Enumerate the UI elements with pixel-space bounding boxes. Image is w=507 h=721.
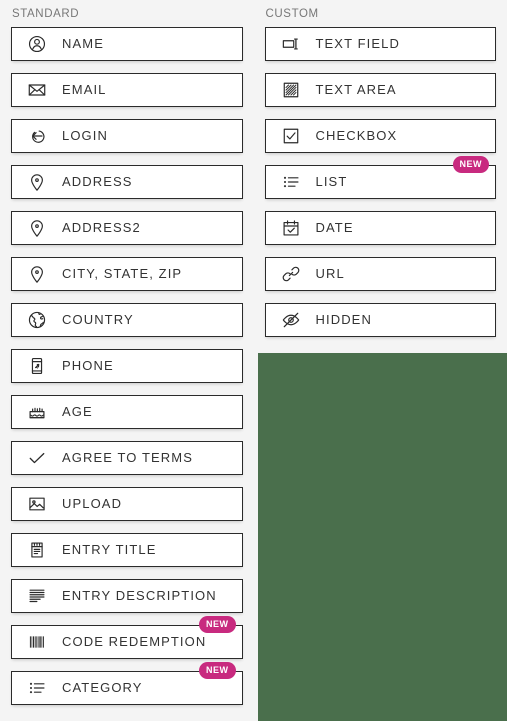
field-button-address[interactable]: ADDRESS — [11, 165, 243, 199]
envelope-icon — [26, 79, 48, 101]
field-button-entry-title[interactable]: ENTRY TITLE — [11, 533, 243, 567]
custom-column-heading: CUSTOM — [265, 8, 319, 20]
field-button-address2[interactable]: ADDRESS2 — [11, 211, 243, 245]
eye-slash-icon — [280, 309, 302, 331]
new-badge: NEW — [199, 662, 236, 679]
field-button-label: HIDDEN — [315, 312, 372, 327]
field-button-name[interactable]: NAME — [11, 27, 243, 61]
calendar-check-icon — [280, 217, 302, 239]
field-button-label: PHONE — [62, 358, 114, 373]
field-button-hidden[interactable]: HIDDEN — [264, 303, 496, 337]
field-button-code-redemption[interactable]: CODE REDEMPTION NEW — [11, 616, 243, 659]
new-badge: NEW — [199, 616, 236, 633]
field-button-phone[interactable]: PHONE — [11, 349, 243, 383]
birthday-cake-icon — [26, 401, 48, 423]
bullet-list-icon — [280, 171, 302, 193]
field-button-text-area[interactable]: TEXT AREA — [264, 73, 496, 107]
field-button-label: AGE — [62, 404, 93, 419]
field-button-label: LIST — [315, 174, 348, 189]
map-pin-icon — [26, 217, 48, 239]
field-button-label: DATE — [315, 220, 354, 235]
field-button-label: ADDRESS — [62, 174, 133, 189]
field-button-label: AGREE TO TERMS — [62, 450, 193, 465]
text-field-icon — [280, 33, 302, 55]
checkbox-icon — [280, 125, 302, 147]
field-button-upload[interactable]: UPLOAD — [11, 487, 243, 521]
barcode-icon — [26, 631, 48, 653]
link-chain-icon — [280, 263, 302, 285]
checkmark-icon — [26, 447, 48, 469]
standard-column: STANDARD NAME EMAIL LOGIN ADDRESS ADDRESS2 CI… — [0, 0, 254, 721]
standard-field-list: NAME EMAIL LOGIN ADDRESS ADDRESS2 CITY, STATE… — [11, 27, 243, 705]
custom-field-list: TEXT FIELD TEXT AREA CHECKBOX LIST NEW DATE UR… — [264, 27, 496, 337]
notepad-icon — [26, 539, 48, 561]
standard-column-heading: STANDARD — [12, 8, 80, 20]
map-pin-icon — [26, 263, 48, 285]
mobile-phone-icon — [26, 355, 48, 377]
field-button-label: URL — [315, 266, 345, 281]
field-button-label: EMAIL — [62, 82, 107, 97]
field-button-date[interactable]: DATE — [264, 211, 496, 245]
text-lines-icon — [26, 585, 48, 607]
field-button-category[interactable]: CATEGORY NEW — [11, 662, 243, 705]
field-button-checkbox[interactable]: CHECKBOX — [264, 119, 496, 153]
field-button-list[interactable]: LIST NEW — [264, 156, 496, 199]
field-button-city-state-zip[interactable]: CITY, STATE, ZIP — [11, 257, 243, 291]
field-button-label: ENTRY TITLE — [62, 542, 157, 557]
field-button-label: CITY, STATE, ZIP — [62, 266, 183, 281]
login-arrow-icon — [26, 125, 48, 147]
field-button-label: ADDRESS2 — [62, 220, 141, 235]
custom-column: CUSTOM TEXT FIELD TEXT AREA CHECKBOX LIST NE… — [254, 0, 507, 721]
field-button-entry-description[interactable]: ENTRY DESCRIPTION — [11, 579, 243, 613]
field-button-country[interactable]: COUNTRY — [11, 303, 243, 337]
new-badge: NEW — [452, 156, 489, 173]
field-button-label: CATEGORY — [62, 680, 143, 695]
field-button-label: LOGIN — [62, 128, 108, 143]
field-button-label: TEXT AREA — [315, 82, 397, 97]
bullet-list-icon — [26, 677, 48, 699]
field-button-email[interactable]: EMAIL — [11, 73, 243, 107]
field-button-label: ENTRY DESCRIPTION — [62, 588, 217, 603]
image-upload-icon — [26, 493, 48, 515]
field-button-label: TEXT FIELD — [315, 36, 400, 51]
field-button-age[interactable]: AGE — [11, 395, 243, 429]
field-button-label: UPLOAD — [62, 496, 123, 511]
field-button-label: NAME — [62, 36, 104, 51]
globe-icon — [26, 309, 48, 331]
field-button-agree-to-terms[interactable]: AGREE TO TERMS — [11, 441, 243, 475]
field-button-label: CODE REDEMPTION — [62, 634, 207, 649]
field-button-url[interactable]: URL — [264, 257, 496, 291]
field-button-label: CHECKBOX — [315, 128, 398, 143]
field-picker-screen: STANDARD NAME EMAIL LOGIN ADDRESS ADDRESS2 CI… — [0, 0, 507, 721]
user-icon — [26, 33, 48, 55]
field-columns: STANDARD NAME EMAIL LOGIN ADDRESS ADDRESS2 CI… — [0, 0, 507, 721]
text-area-icon — [280, 79, 302, 101]
field-button-label: COUNTRY — [62, 312, 134, 327]
map-pin-icon — [26, 171, 48, 193]
field-button-text-field[interactable]: TEXT FIELD — [264, 27, 496, 61]
field-button-login[interactable]: LOGIN — [11, 119, 243, 153]
